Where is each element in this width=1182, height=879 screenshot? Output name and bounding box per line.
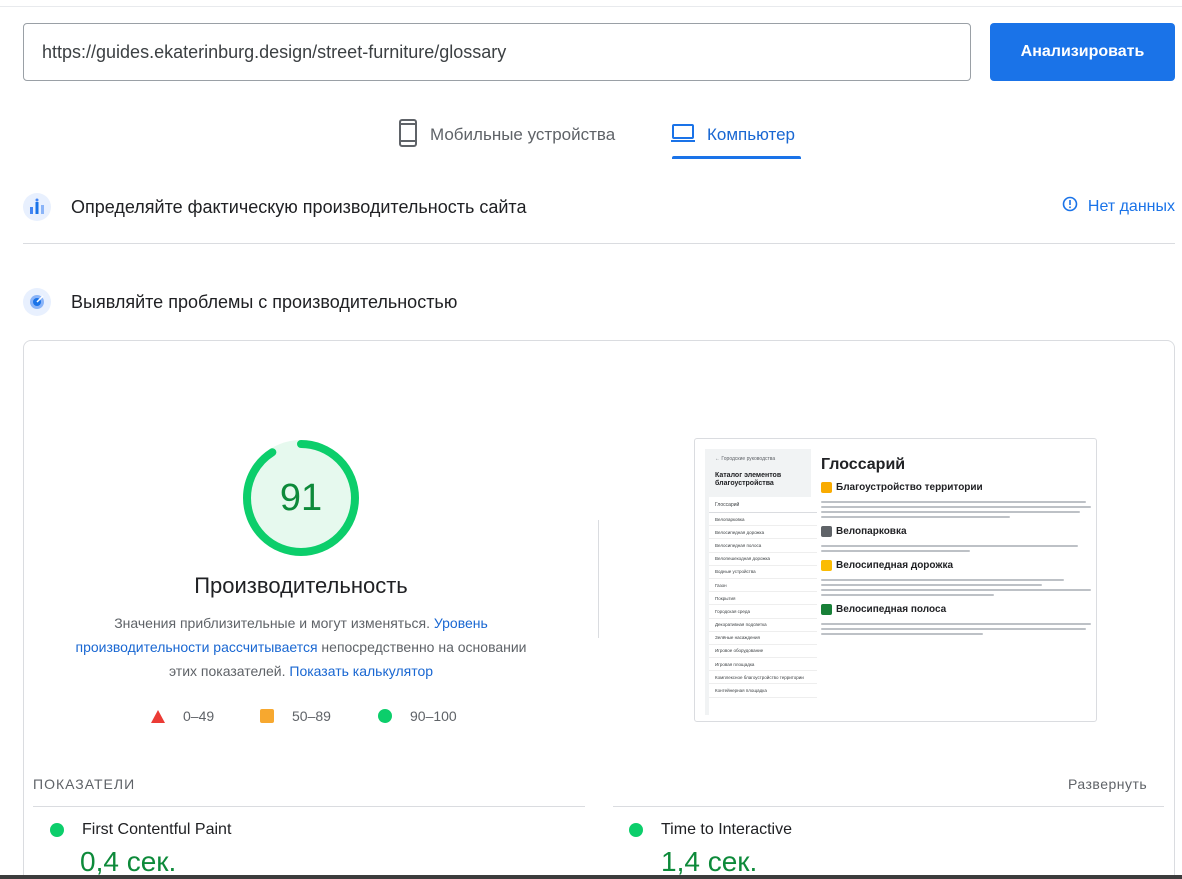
smartphone-icon	[398, 118, 418, 152]
preview-section-text	[821, 623, 1091, 635]
preview-menu-item: Велосипедная полоса	[709, 539, 817, 553]
legend-poor: 0–49	[151, 706, 214, 726]
legend-good: 90–100	[378, 706, 457, 726]
average-square-icon	[260, 709, 274, 723]
preview-sidebar: ← Городские руководства Каталог элементо…	[705, 449, 817, 721]
preview-section-title: Велосипедная дорожка	[821, 560, 1091, 571]
metric-tti-value: 1,4 сек.	[661, 846, 758, 877]
metric-tti-name: Time to Interactive	[661, 821, 793, 838]
metric-fcp-value: 0,4 сек.	[80, 846, 177, 877]
preview-menu-item: Зелёные насаждения	[709, 632, 817, 645]
metrics-divider-left	[33, 806, 585, 807]
window-bottom-edge	[0, 875, 1182, 879]
preview-section-text	[821, 545, 1091, 552]
legend-average: 50–89	[260, 706, 331, 726]
preview-section-text	[821, 579, 1091, 596]
score-label: Производительность	[194, 573, 408, 598]
info-icon	[1062, 196, 1078, 217]
preview-section-title: Велопарковка	[821, 526, 1091, 537]
worker-emoji-icon	[821, 482, 832, 493]
pass-circle-icon	[378, 709, 392, 723]
preview-main: Глоссарий Благоустройство территории Вел…	[821, 449, 1091, 638]
metric-tti: Time to Interactive	[629, 821, 792, 839]
legend-good-label: 90–100	[410, 708, 457, 724]
bicycle-emoji-icon	[821, 526, 832, 537]
preview-section-label: Велосипедная полоса	[836, 604, 947, 615]
score-description: Значения приблизительные и могут изменят…	[62, 611, 540, 683]
no-data-link[interactable]: Нет данных	[1062, 196, 1175, 217]
tab-desktop[interactable]: Компьютер	[671, 110, 795, 160]
lab-data-target-icon	[23, 288, 51, 316]
lab-data-title: Выявляйте проблемы с производительностью	[71, 291, 458, 312]
fail-triangle-icon	[151, 709, 165, 723]
top-divider	[0, 6, 1182, 7]
preview-menu-item: Газон	[709, 579, 817, 593]
score-value: 91	[279, 476, 323, 519]
tab-mobile[interactable]: Мобильные устройства	[398, 110, 615, 160]
page-screenshot-preview: ← Городские руководства Каталог элементо…	[694, 438, 1097, 722]
field-data-section: Определяйте фактическую производительнос…	[23, 187, 1175, 227]
field-data-chart-icon	[23, 193, 51, 221]
preview-menu-item: Велосипедная дорожка	[709, 526, 817, 540]
analyze-button[interactable]: Анализировать	[990, 23, 1175, 81]
preview-menu-item: Велопарковка	[709, 513, 817, 527]
legend-average-label: 50–89	[292, 708, 331, 724]
pass-circle-icon	[629, 823, 643, 837]
preview-section-title: Благоустройство территории	[821, 482, 1091, 493]
preview-menu-item: Покрытия	[709, 592, 817, 606]
section-divider	[23, 243, 1175, 244]
preview-section-label: Велопарковка	[836, 526, 907, 537]
preview-section-title: Велосипедная полоса	[821, 604, 1091, 615]
preview-menu-item: Велопешеходная дорожка	[709, 553, 817, 566]
expand-metrics-button[interactable]: Развернуть	[1068, 776, 1147, 792]
preview-section-text	[821, 501, 1091, 518]
preview-menu-item: Комплексное благоустройство территории	[709, 671, 817, 685]
preview-menu-item: Водные устройства	[709, 566, 817, 579]
preview-section-label: Велосипедная дорожка	[836, 560, 954, 571]
preview-menu-item: Глоссарий	[709, 497, 817, 513]
preview-menu: Глоссарий Велопарковка Велосипедная доро…	[709, 497, 817, 721]
no-data-label: Нет данных	[1087, 197, 1175, 215]
score-desc-text-1: Значения приблизительные и могут изменят…	[114, 615, 434, 631]
preview-section-label: Благоустройство территории	[836, 482, 983, 493]
field-data-title: Определяйте фактическую производительнос…	[71, 196, 527, 217]
tab-active-indicator	[672, 156, 801, 159]
metric-fcp-name: First Contentful Paint	[82, 821, 232, 838]
lab-data-section: Выявляйте проблемы с производительностью	[23, 282, 1175, 322]
preview-catalog-title: Каталог элементов благоустройства	[715, 472, 782, 487]
road-emoji-icon	[821, 604, 832, 615]
metrics-label: ПОКАЗАТЕЛИ	[33, 776, 136, 792]
legend-poor-label: 0–49	[183, 708, 215, 724]
pass-circle-icon	[50, 823, 64, 837]
preview-menu-item: Контейнерная площадка	[709, 684, 817, 698]
preview-back-link: ← Городские руководства	[715, 456, 776, 462]
tab-mobile-label: Мобильные устройства	[430, 125, 616, 144]
preview-heading: Глоссарий	[821, 456, 906, 473]
tab-desktop-label: Компьютер	[707, 125, 795, 144]
vertical-divider	[598, 520, 599, 638]
cyclist-emoji-icon	[821, 560, 832, 571]
laptop-icon	[671, 123, 695, 148]
url-input[interactable]	[23, 23, 971, 81]
preview-menu-item: Декоративная подсветка	[709, 619, 817, 632]
metrics-divider-right	[613, 806, 1164, 807]
metric-fcp: First Contentful Paint	[50, 821, 231, 839]
show-calculator-link[interactable]: Показать калькулятор	[289, 663, 433, 679]
preview-menu-item: Игровое оборудование	[709, 645, 817, 659]
preview-menu-item: Игровая площадка	[709, 658, 817, 672]
preview-menu-item: Городская среда	[709, 605, 817, 619]
